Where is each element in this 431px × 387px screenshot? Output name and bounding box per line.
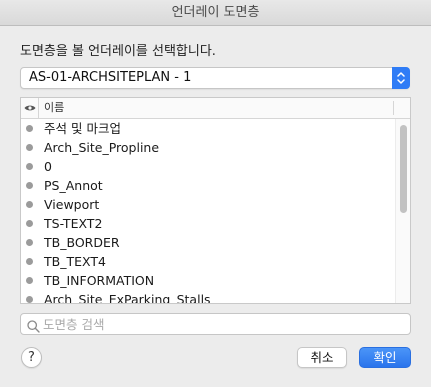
layer-rows: 주석 및 마크업 Arch_Site_Propline 0 PS_Annot V…	[21, 119, 395, 304]
search-input[interactable]	[43, 314, 403, 334]
layer-name: 주석 및 마크업	[44, 121, 121, 136]
search-icon	[27, 318, 40, 337]
layer-name: TS-TEXT2	[44, 216, 103, 231]
instruction-text: 도면층을 볼 언더레이를 선택합니다.	[20, 44, 216, 59]
visibility-dot-icon[interactable]	[26, 125, 33, 132]
cancel-button[interactable]: 취소	[297, 347, 347, 368]
visibility-dot-icon[interactable]	[26, 277, 33, 284]
layer-row[interactable]: TB_BORDER	[21, 233, 395, 252]
layer-row[interactable]: Arch_Site_ExParking_Stalls	[21, 290, 395, 304]
layer-name: Viewport	[44, 197, 100, 212]
visibility-dot-icon[interactable]	[26, 258, 33, 265]
layer-name: TB_TEXT4	[44, 254, 106, 269]
name-column-header[interactable]: 이름	[44, 98, 64, 118]
help-button[interactable]: ?	[21, 347, 42, 368]
layer-row[interactable]: TB_INFORMATION	[21, 271, 395, 290]
updown-chevron-icon[interactable]	[392, 67, 410, 89]
layer-name: Arch_Site_Propline	[44, 140, 160, 155]
scrollbar-thumb[interactable]	[400, 125, 407, 213]
window-title: 언더레이 도면층	[0, 0, 431, 26]
eye-icon[interactable]	[21, 98, 39, 118]
layer-name: TB_BORDER	[44, 235, 120, 250]
visibility-dot-icon[interactable]	[26, 144, 33, 151]
ok-button[interactable]: 확인	[359, 347, 411, 368]
layer-name: 0	[44, 159, 52, 174]
visibility-dot-icon[interactable]	[26, 163, 33, 170]
layer-row[interactable]: Arch_Site_Propline	[21, 138, 395, 157]
layer-name: Arch_Site_ExParking_Stalls	[44, 292, 211, 304]
visibility-dot-icon[interactable]	[26, 220, 33, 227]
layer-row[interactable]: 주석 및 마크업	[21, 119, 395, 138]
layer-row[interactable]: Viewport	[21, 195, 395, 214]
vertical-scrollbar[interactable]	[395, 119, 410, 303]
layer-row[interactable]: PS_Annot	[21, 176, 395, 195]
visibility-dot-icon[interactable]	[26, 182, 33, 189]
visibility-dot-icon[interactable]	[26, 296, 33, 303]
layer-name: TB_INFORMATION	[44, 273, 155, 288]
layer-row[interactable]: TS-TEXT2	[21, 214, 395, 233]
underlay-select-value: AS-01-ARCHSITEPLAN - 1	[29, 70, 192, 85]
column-divider	[393, 101, 394, 115]
underlay-select[interactable]: AS-01-ARCHSITEPLAN - 1	[20, 67, 410, 89]
layer-search-field[interactable]	[20, 313, 411, 335]
layer-name: PS_Annot	[44, 178, 103, 193]
visibility-dot-icon[interactable]	[26, 201, 33, 208]
layer-row[interactable]: 0	[21, 157, 395, 176]
layer-list[interactable]: 이름 주석 및 마크업 Arch_Site_Propline 0 PS_Anno…	[20, 97, 411, 304]
layer-row[interactable]: TB_TEXT4	[21, 252, 395, 271]
visibility-dot-icon[interactable]	[26, 239, 33, 246]
layer-list-header: 이름	[21, 98, 410, 119]
